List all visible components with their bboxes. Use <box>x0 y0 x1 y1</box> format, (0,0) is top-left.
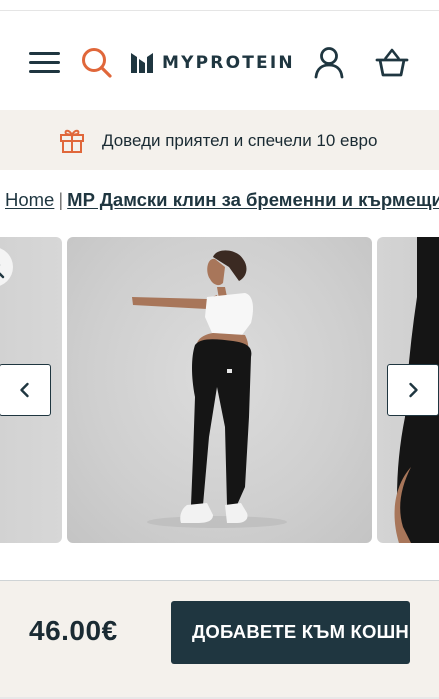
carousel-previous-button[interactable] <box>0 364 51 416</box>
gift-icon <box>60 129 84 153</box>
product-price: 46.00€ <box>29 615 118 646</box>
breadcrumb-current-link[interactable]: MP Дамски клин за бременни и кърмещи <box>67 189 439 210</box>
chevron-left-icon <box>20 382 29 398</box>
basket-button[interactable] <box>374 46 410 80</box>
menu-button[interactable] <box>29 50 61 74</box>
menu-icon-bar <box>29 61 60 64</box>
menu-icon <box>29 52 60 55</box>
breadcrumb-separator: | <box>58 189 64 210</box>
carousel-next-button[interactable] <box>387 364 439 416</box>
add-to-basket-label: ДОБАВЕТЕ КЪМ КОШНИЦАТА <box>192 621 410 642</box>
previous-content-strip <box>0 0 439 14</box>
search-button[interactable] <box>80 46 114 80</box>
zoom-button[interactable] <box>0 247 13 287</box>
brand-name: MYPROTEIN <box>162 53 295 73</box>
search-icon <box>82 48 112 78</box>
sticky-purchase-bar: 46.00€ ДОБАВЕТЕ КЪМ КОШНИЦАТА <box>0 581 439 699</box>
basket-icon <box>375 48 409 77</box>
account-icon <box>314 47 344 79</box>
referral-promo-banner[interactable]: Доведи приятел и спечели 10 евро <box>0 110 439 170</box>
add-to-basket-button[interactable]: ДОБАВЕТЕ КЪМ КОШНИЦАТА <box>171 601 410 664</box>
model-wearing-leggings-photo <box>132 250 287 528</box>
promo-text: Доведи приятел и спечели 10 евро <box>102 131 378 150</box>
breadcrumb-home-link[interactable]: Home <box>5 189 54 210</box>
product-image-main[interactable] <box>67 237 372 543</box>
product-image-carousel <box>0 237 439 543</box>
site-header: MYPROTEIN <box>0 14 439 110</box>
myprotein-logo[interactable]: MYPROTEIN <box>131 51 295 75</box>
menu-icon-bar <box>29 70 60 73</box>
account-button[interactable] <box>312 45 346 79</box>
divider <box>0 10 439 11</box>
product-page: MYPROTEIN Доведи приятел и спечели 10 ев… <box>0 0 439 699</box>
breadcrumb: Home | MP Дамски клин за бременни и кърмещ… <box>5 188 439 212</box>
zoom-in-icon <box>0 263 5 279</box>
chevron-right-icon <box>409 382 418 398</box>
myprotein-logo-icon <box>131 53 153 73</box>
